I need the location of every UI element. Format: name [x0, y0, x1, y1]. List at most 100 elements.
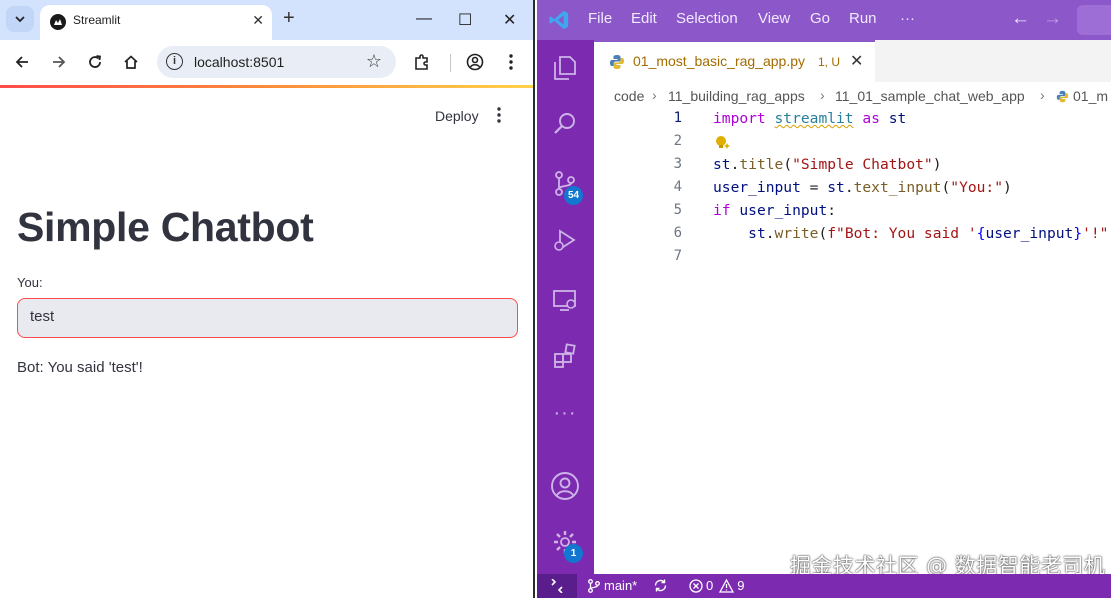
streamlit-app: Deploy Simple Chatbot You: test Bot: You…	[0, 88, 533, 598]
breadcrumb-chevron-icon: ›	[652, 87, 657, 103]
tab-search-button[interactable]	[6, 6, 34, 32]
explorer-icon[interactable]	[549, 52, 581, 84]
code-token: st	[827, 179, 845, 196]
code-token: (	[818, 225, 828, 242]
url-text: localhost:8501	[194, 54, 285, 70]
reload-button[interactable]	[83, 50, 107, 74]
minimize-button[interactable]: —	[416, 10, 432, 28]
status-bar: main* 0 9	[537, 574, 1111, 598]
git-branch-icon	[588, 578, 600, 593]
python-file-icon	[610, 55, 624, 69]
lightbulb-sparkle-icon[interactable]	[714, 134, 732, 152]
browser-toolbar: i localhost:8501 ☆	[0, 40, 533, 85]
menu-go[interactable]: Go	[810, 10, 830, 27]
code-token: user_input	[713, 179, 801, 196]
app-menu-icon[interactable]	[497, 107, 501, 128]
tab-close-icon[interactable]: ✕	[252, 12, 264, 29]
close-window-button[interactable]: ✕	[503, 10, 516, 30]
breadcrumb-item[interactable]: 01_m	[1073, 88, 1108, 104]
breadcrumb-item[interactable]: 11_01_sample_chat_web_app	[835, 88, 1025, 104]
tab-close-icon[interactable]: ✕	[850, 51, 863, 71]
new-tab-button[interactable]: +	[283, 7, 295, 29]
browser-menu-button[interactable]	[499, 50, 523, 74]
breadcrumb-item[interactable]: code	[614, 88, 644, 104]
profile-icon	[466, 53, 484, 71]
maximize-button[interactable]: ☐	[458, 10, 472, 30]
menu-run[interactable]: Run	[849, 10, 877, 27]
code-editor[interactable]: 1 2 3 4 5 6 7 import streamlit as st st.…	[594, 108, 1111, 574]
code-token: }	[1073, 225, 1083, 242]
code-token: .	[844, 179, 854, 196]
tab-filename: 01_most_basic_rag_app.py	[633, 53, 806, 69]
line-number: 1	[673, 110, 682, 126]
chevron-down-icon	[15, 16, 25, 23]
address-bar[interactable]: i localhost:8501 ☆	[157, 46, 396, 78]
kebab-menu-icon	[509, 54, 513, 70]
code-line: user_input = st.text_input("You:")	[713, 179, 1012, 196]
sync-button[interactable]	[653, 578, 668, 593]
command-center[interactable]	[1077, 5, 1111, 35]
breadcrumb-chevron-icon: ›	[1040, 87, 1045, 103]
code-token: st	[713, 156, 731, 173]
accounts-icon[interactable]	[549, 470, 581, 502]
nav-forward-icon[interactable]: →	[1043, 8, 1062, 30]
back-button[interactable]	[10, 50, 34, 74]
line-number: 5	[673, 202, 682, 218]
code-token: :	[827, 202, 837, 219]
chat-text-input[interactable]: test	[17, 298, 518, 338]
nav-back-icon[interactable]: ←	[1011, 8, 1030, 30]
problems-indicator[interactable]: 0 9	[689, 578, 744, 593]
vscode-logo-icon	[549, 10, 569, 30]
editor-tabbar: 01_most_basic_rag_app.py 1, U ✕	[594, 40, 1111, 82]
tab-title: Streamlit	[73, 13, 121, 27]
extensions-icon[interactable]	[549, 340, 581, 372]
menu-more[interactable]: ···	[900, 10, 915, 27]
extensions-button[interactable]	[410, 50, 434, 74]
code-line: import streamlit as st	[713, 110, 906, 127]
activity-bar: 54 ··· 1	[537, 40, 594, 574]
remote-indicator[interactable]	[537, 574, 577, 598]
editor-area: 01_most_basic_rag_app.py 1, U ✕ code › 1…	[594, 40, 1111, 578]
editor-tab-active[interactable]: 01_most_basic_rag_app.py 1, U ✕	[594, 40, 875, 82]
menu-file[interactable]: File	[588, 10, 612, 27]
streamlit-favicon-icon	[50, 14, 66, 30]
python-file-icon	[1056, 90, 1069, 103]
line-number: 6	[673, 225, 682, 241]
settings-badge: 1	[564, 544, 583, 563]
deploy-button[interactable]: Deploy	[435, 108, 479, 124]
code-token: user_input	[739, 202, 828, 219]
code-token: st	[888, 110, 907, 127]
warning-icon	[719, 578, 735, 593]
browser-tab[interactable]: Streamlit ✕	[40, 5, 272, 40]
search-icon[interactable]	[549, 108, 581, 140]
code-token: "You:"	[950, 179, 1003, 196]
menu-view[interactable]: View	[758, 10, 790, 27]
bot-response: Bot: You said 'test'!	[17, 359, 143, 376]
vscode-window: File Edit Selection View Go Run ··· ← → …	[537, 0, 1111, 598]
code-token: title	[739, 156, 784, 173]
error-count: 0	[706, 578, 714, 593]
code-token: streamlit	[774, 110, 854, 127]
puzzle-icon	[415, 54, 428, 70]
remote-explorer-icon[interactable]	[549, 284, 581, 316]
code-token: write	[774, 225, 819, 242]
input-label: You:	[17, 275, 43, 290]
home-button[interactable]	[119, 50, 143, 74]
more-views-icon[interactable]: ···	[549, 397, 581, 429]
forward-button[interactable]	[47, 50, 71, 74]
branch-indicator[interactable]: main*	[587, 578, 637, 593]
site-info-icon[interactable]: i	[166, 53, 183, 70]
code-token: )	[932, 156, 942, 173]
code-token: '!"	[1082, 225, 1109, 242]
warning-count: 9	[737, 578, 745, 593]
menu-selection[interactable]: Selection	[676, 10, 738, 27]
profile-button[interactable]	[463, 50, 487, 74]
run-debug-icon[interactable]	[549, 224, 581, 256]
code-token: f"Bot: You said '	[827, 225, 977, 242]
code-token: "Simple Chatbot"	[792, 156, 933, 173]
bookmark-star-icon[interactable]: ☆	[366, 51, 382, 72]
breadcrumb-item[interactable]: 11_building_rag_apps	[668, 88, 805, 104]
menu-edit[interactable]: Edit	[631, 10, 657, 27]
line-number: 7	[673, 248, 682, 264]
code-token: import	[713, 110, 766, 127]
